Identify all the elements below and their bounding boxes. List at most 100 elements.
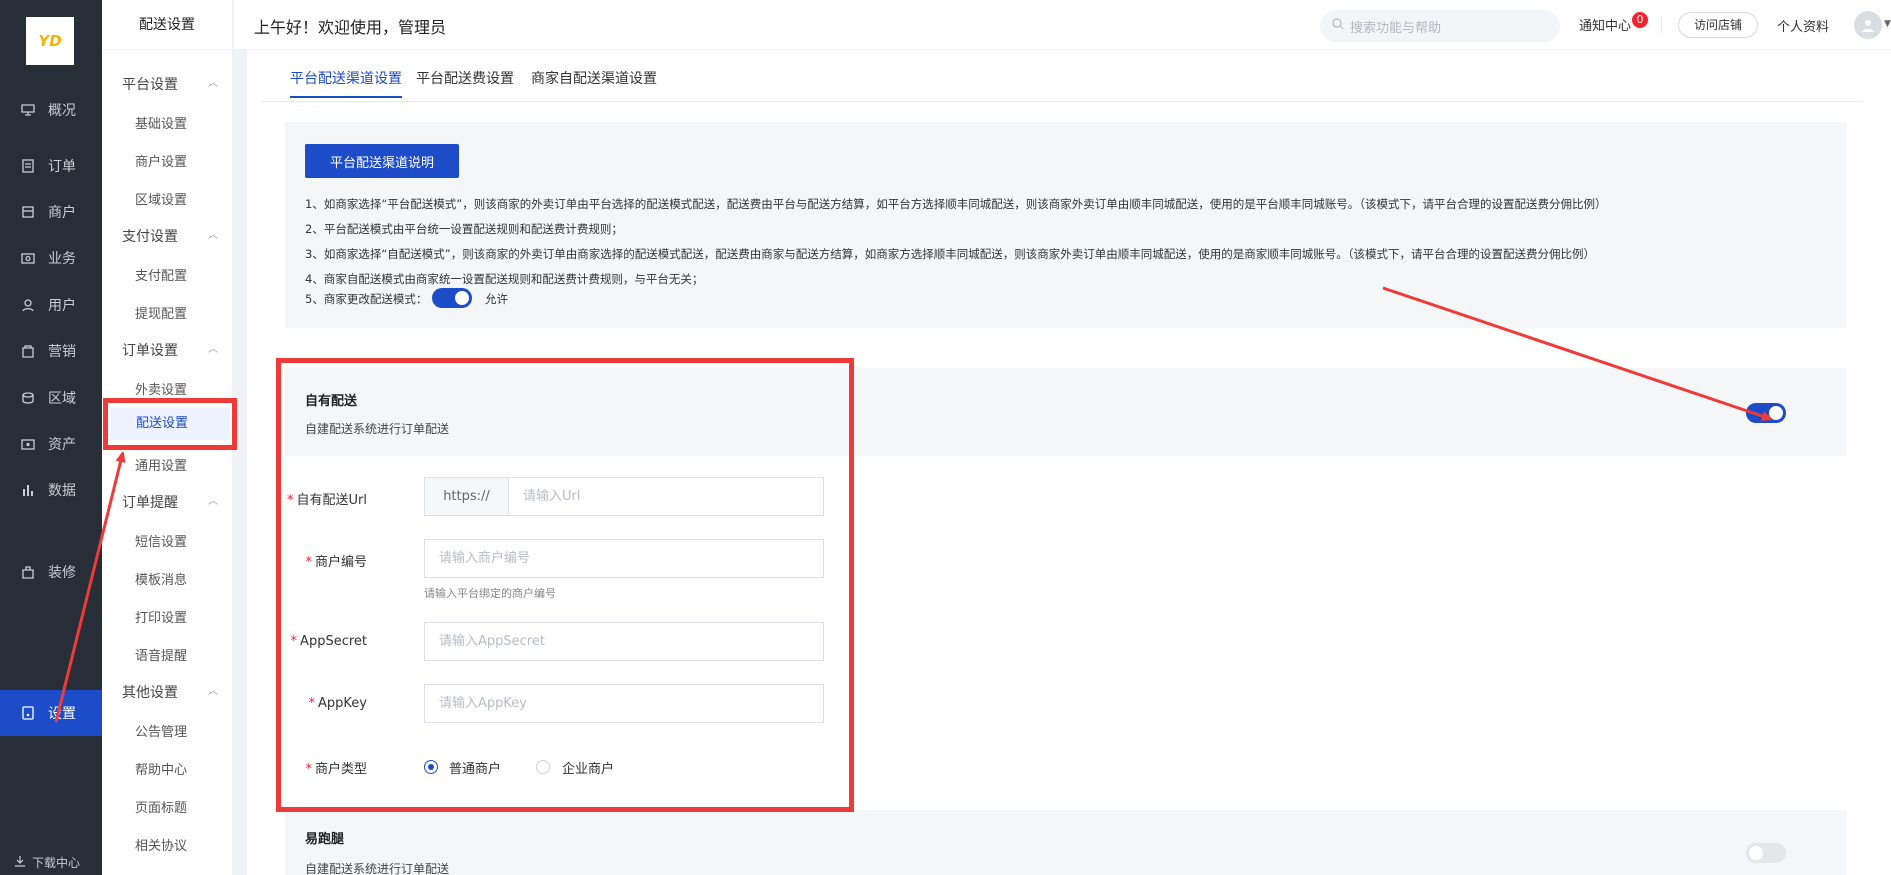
info-box: 平台配送渠道说明 1、如商家选择“平台配送模式”，则该商家的外卖订单由平台选择的… — [285, 122, 1847, 328]
subnav-item-region[interactable]: 区域设置 — [135, 189, 187, 208]
required-mark: * — [287, 493, 294, 508]
merchant-no-input[interactable] — [424, 539, 824, 578]
chevron-up-icon: ︿ — [208, 78, 218, 89]
subnav-item-notice[interactable]: 公告管理 — [135, 721, 187, 740]
allow-label: 允许 — [485, 292, 508, 306]
subnav-item-payment-config[interactable]: 支付配置 — [135, 265, 187, 284]
subnav-item-voice[interactable]: 语音提醒 — [135, 645, 187, 664]
notification-badge: 0 — [1632, 12, 1648, 28]
notification-center[interactable]: 通知中心 — [1579, 15, 1631, 34]
download-label: 下载中心 — [32, 856, 81, 870]
search-input[interactable]: 搜索功能与帮助 — [1320, 10, 1560, 42]
subnav-group-reminder[interactable]: 订单提醒 ︿ — [122, 492, 218, 512]
info-line-5: 5、商家更改配送模式： — [305, 292, 428, 306]
overview-icon — [20, 102, 36, 118]
sub-sidebar: 配送设置 平台设置 ︿ 基础设置 商户设置 区域设置 支付设置 ︿ 支付配置 提现配… — [102, 0, 233, 875]
nav-label: 资产 — [48, 437, 76, 453]
subnav-item-general[interactable]: 通用设置 — [135, 455, 187, 474]
download-center[interactable]: 下载中心 — [14, 854, 80, 871]
merchant-no-label-text: 商户编号 — [314, 555, 367, 570]
nav-item-settings[interactable]: 设置 — [0, 690, 102, 736]
chevron-up-icon: ︿ — [208, 230, 218, 241]
own-delivery-toggle[interactable] — [1746, 403, 1786, 423]
subnav-group-other[interactable]: 其他设置 ︿ — [122, 682, 218, 702]
nav-label: 业务 — [48, 251, 76, 267]
tab-bar: 平台配送渠道设置 平台配送费设置 商家自配送渠道设置 — [262, 50, 1862, 102]
nav-item-decorate[interactable]: 装修 — [0, 544, 102, 600]
url-label: * 自有配送Url — [247, 489, 367, 508]
logo-text: YD — [38, 32, 62, 50]
app-secret-label-text: AppSecret — [300, 634, 367, 649]
nav-label: 设置 — [48, 706, 76, 722]
url-label-text: 自有配送Url — [296, 493, 367, 508]
tab-merchant-channel[interactable]: 商家自配送渠道设置 — [531, 68, 657, 96]
subnav-item-print[interactable]: 打印设置 — [135, 607, 187, 626]
subnav-item-template[interactable]: 模板消息 — [135, 569, 187, 588]
errand-desc: 自建配送系统进行订单配送 — [305, 862, 450, 875]
divider — [1661, 17, 1662, 33]
avatar[interactable] — [1854, 11, 1882, 39]
radio-enterprise-label: 企业商户 — [562, 762, 615, 777]
url-prefix: https:// — [424, 477, 508, 516]
radio-normal-label: 普通商户 — [449, 762, 502, 777]
subnav-item-merchant[interactable]: 商户设置 — [135, 151, 187, 170]
radio-enterprise-merchant[interactable] — [536, 760, 550, 774]
merchant-icon — [20, 204, 36, 220]
subnav-item-agreement[interactable]: 相关协议 — [135, 835, 187, 854]
nav-label: 营销 — [48, 344, 76, 360]
subnav-item-withdraw[interactable]: 提现配置 — [135, 303, 187, 322]
asset-icon — [20, 436, 36, 452]
channel-explanation-button[interactable]: 平台配送渠道说明 — [305, 144, 459, 178]
subnav-group-order[interactable]: 订单设置 ︿ — [122, 340, 218, 360]
subnav-group-platform[interactable]: 平台设置 ︿ — [122, 74, 218, 94]
logo[interactable]: YD — [26, 17, 74, 65]
app-key-label: * AppKey — [247, 696, 367, 711]
app-key-label-text: AppKey — [318, 696, 367, 711]
nav-item-data[interactable]: 数据 — [0, 462, 102, 518]
merchant-no-label: * 商户编号 — [247, 551, 367, 570]
merchant-no-hint: 请输入平台绑定的商户编号 — [424, 587, 556, 600]
subnav-item-sms[interactable]: 短信设置 — [135, 531, 187, 550]
subnav-item-takeout[interactable]: 外卖设置 — [135, 379, 187, 398]
download-icon — [14, 855, 26, 870]
main-sidebar: YD 概况 订单 商户 业务 用户 营销 区域 资产 数据 装修 设置 下载中心 — [0, 0, 102, 875]
own-delivery-title: 自有配送 — [305, 394, 358, 409]
allow-mode-change-toggle[interactable] — [432, 288, 472, 308]
subnav-item-page-title[interactable]: 页面标题 — [135, 797, 187, 816]
app-key-input[interactable] — [424, 684, 824, 723]
group-label: 订单提醒 — [122, 495, 178, 511]
nav-label: 区域 — [48, 391, 76, 407]
subnav-group-payment[interactable]: 支付设置 ︿ — [122, 226, 218, 246]
top-header: 上午好！欢迎使用，管理员 搜索功能与帮助 通知中心 0 访问店铺 个人资料 ▼ — [234, 0, 1891, 50]
nav-label: 装修 — [48, 565, 76, 581]
user-avatar-icon — [1862, 20, 1874, 32]
subnav-item-basic[interactable]: 基础设置 — [135, 113, 187, 132]
info-line-2: 2、平台配送模式由平台统一设置配送规则和配送费计费规则； — [305, 222, 623, 236]
merchant-type-label: * 商户类型 — [247, 758, 367, 777]
chevron-down-icon[interactable]: ▼ — [1884, 19, 1891, 29]
visit-store-button[interactable]: 访问店铺 — [1678, 12, 1758, 38]
app-secret-input[interactable] — [424, 622, 824, 661]
tab-platform-channel[interactable]: 平台配送渠道设置 — [290, 68, 402, 98]
nav-label: 概况 — [48, 103, 76, 119]
settings-icon — [20, 705, 36, 721]
decorate-icon — [20, 564, 36, 580]
nav-item-overview[interactable]: 概况 — [0, 82, 102, 138]
required-mark: * — [305, 762, 312, 777]
subnav-item-delivery[interactable]: 配送设置 — [110, 408, 230, 440]
subnav-item-help[interactable]: 帮助中心 — [135, 759, 187, 778]
chevron-up-icon: ︿ — [208, 344, 218, 355]
chevron-up-icon: ︿ — [208, 686, 218, 697]
radio-normal-merchant[interactable] — [424, 760, 438, 774]
required-mark: * — [305, 555, 312, 570]
url-input[interactable] — [508, 477, 824, 516]
tab-platform-fee[interactable]: 平台配送费设置 — [416, 68, 514, 96]
errand-toggle[interactable] — [1746, 843, 1786, 863]
group-label: 其他设置 — [122, 685, 178, 701]
nav-label: 商户 — [48, 205, 76, 221]
own-delivery-desc: 自建配送系统进行订单配送 — [305, 422, 450, 436]
group-label: 平台设置 — [122, 77, 178, 93]
group-label: 订单设置 — [122, 343, 178, 359]
app-root: YD 概况 订单 商户 业务 用户 营销 区域 资产 数据 装修 设置 下载中心… — [0, 0, 1891, 875]
profile-link[interactable]: 个人资料 — [1777, 16, 1829, 35]
